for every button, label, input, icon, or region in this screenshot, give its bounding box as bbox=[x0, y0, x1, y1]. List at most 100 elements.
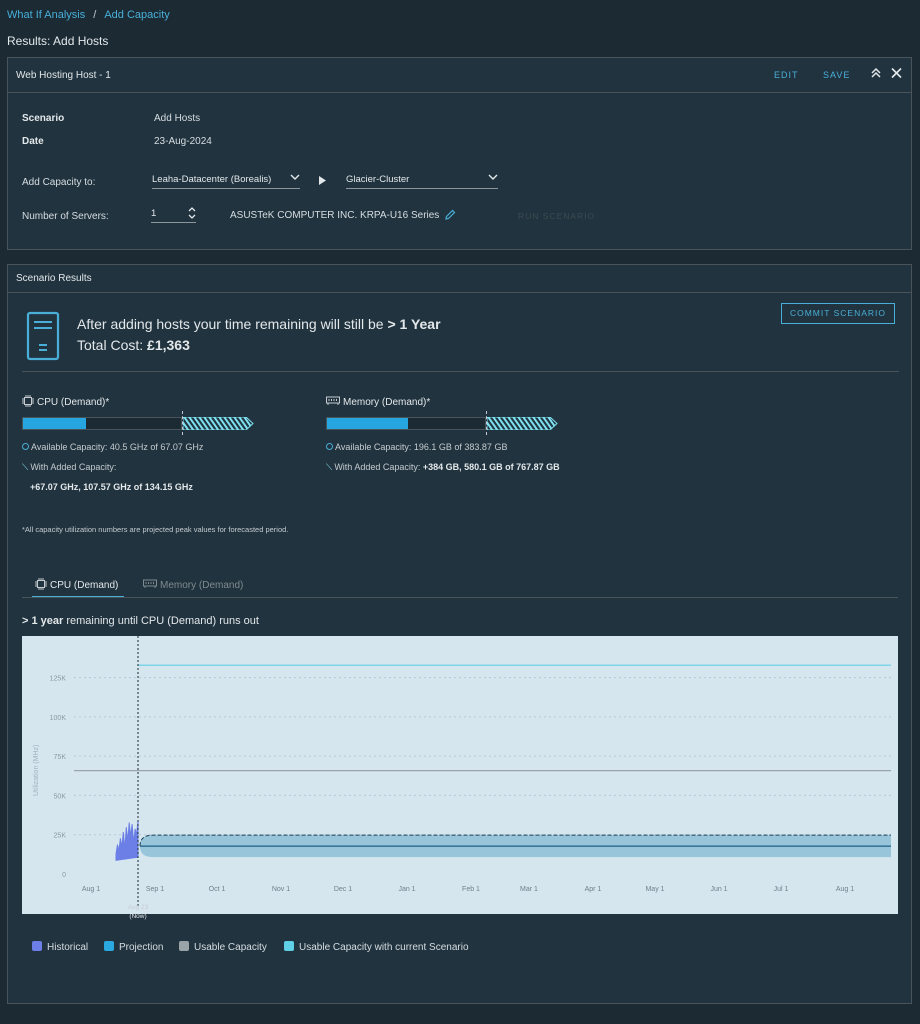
y-tick-label: 75K bbox=[54, 754, 67, 761]
results-card-header: Scenario Results bbox=[8, 265, 911, 293]
y-tick-label: 125K bbox=[50, 676, 67, 683]
y-tick-label: 100K bbox=[50, 715, 67, 722]
breadcrumb-add-capacity[interactable]: Add Capacity bbox=[104, 9, 169, 21]
tab-memory-label: Memory (Demand) bbox=[160, 580, 244, 591]
commit-scenario-button[interactable]: COMMIT SCENARIO bbox=[781, 303, 895, 324]
cpu-capacity-bar bbox=[22, 417, 182, 430]
legend-label: Historical bbox=[47, 942, 89, 953]
x-tick-label: Aug 1 bbox=[82, 886, 100, 893]
footnote: *All capacity utilization numbers are pr… bbox=[22, 525, 289, 534]
pencil-icon[interactable] bbox=[444, 209, 456, 224]
datacenter-select-value: Leaha-Datacenter (Borealis) bbox=[152, 174, 272, 185]
x-tick-label: May 1 bbox=[645, 886, 664, 893]
cpu-title-text: CPU (Demand)* bbox=[37, 397, 110, 408]
memory-available-capacity: Available Capacity: 196.1 GB of 383.87 G… bbox=[326, 442, 507, 452]
memory-title-text: Memory (Demand)* bbox=[343, 397, 431, 408]
divider bbox=[22, 371, 899, 372]
legend-usable-capacity[interactable]: Usable Capacity bbox=[179, 941, 267, 953]
host-card-title: Web Hosting Host - 1 bbox=[16, 70, 111, 81]
hatch-icon: ⟍ bbox=[326, 462, 333, 472]
chevron-down-icon bbox=[290, 172, 300, 185]
close-icon[interactable] bbox=[891, 67, 902, 82]
date-label: Date bbox=[22, 136, 44, 147]
memory-icon bbox=[326, 396, 343, 408]
page-title: Results: Add Hosts bbox=[7, 34, 109, 48]
x-tick-label: Sep 1 bbox=[146, 886, 164, 893]
tab-memory-demand[interactable]: Memory (Demand) bbox=[143, 578, 243, 591]
server-icon bbox=[26, 311, 60, 364]
cluster-select[interactable]: Glacier-Cluster bbox=[346, 174, 498, 189]
memory-added-capacity-hatch bbox=[486, 416, 559, 433]
now-sub-label: (Now) bbox=[129, 913, 146, 920]
x-tick-label: Aug 1 bbox=[836, 886, 854, 893]
cost-value: £1,363 bbox=[147, 337, 190, 353]
tab-cpu-label: CPU (Demand) bbox=[50, 580, 119, 591]
scenario-value: Add Hosts bbox=[154, 113, 201, 124]
add-capacity-label: Add Capacity to: bbox=[22, 177, 96, 188]
cost-label: Total Cost: bbox=[77, 337, 148, 353]
now-label: Aug 23 bbox=[128, 904, 149, 911]
tab-cpu-demand[interactable]: CPU (Demand) bbox=[32, 578, 124, 598]
x-tick-label: Mar 1 bbox=[520, 886, 538, 893]
memory-available-text: Available Capacity: 196.1 GB of 383.87 G… bbox=[335, 442, 508, 452]
x-tick-label: Apr 1 bbox=[585, 886, 602, 893]
save-button[interactable]: SAVE bbox=[823, 70, 850, 80]
legend-projection[interactable]: Projection bbox=[104, 941, 163, 953]
legend-historical[interactable]: Historical bbox=[32, 941, 88, 953]
circle-icon bbox=[326, 443, 333, 450]
stepper-arrows-icon[interactable] bbox=[188, 207, 196, 222]
x-tick-label: Jan 1 bbox=[398, 886, 415, 893]
legend-label: Projection bbox=[119, 942, 164, 953]
collapse-icon[interactable] bbox=[871, 67, 881, 82]
x-tick-label: Jul 1 bbox=[774, 886, 789, 893]
time-remaining-summary: After adding hosts your time remaining w… bbox=[77, 316, 441, 332]
servers-stepper[interactable]: 1 bbox=[151, 207, 196, 223]
memory-used-fill bbox=[327, 418, 408, 429]
circle-icon bbox=[22, 443, 29, 450]
memory-with-added-label: With Added Capacity: bbox=[334, 462, 423, 472]
memory-with-added-value: +384 GB, 580.1 GB of 767.87 GB bbox=[422, 462, 560, 472]
memory-capacity-title: Memory (Demand)* bbox=[326, 395, 430, 408]
legend-usable-capacity-scenario[interactable]: Usable Capacity with current Scenario bbox=[284, 941, 469, 953]
legend-swatch bbox=[179, 941, 189, 951]
x-tick-label: Nov 1 bbox=[272, 886, 290, 893]
cpu-with-added-value: +67.07 GHz, 107.57 GHz of 134.15 GHz bbox=[30, 482, 193, 492]
servers-label: Number of Servers: bbox=[22, 211, 109, 222]
servers-value: 1 bbox=[151, 208, 157, 219]
datacenter-select[interactable]: Leaha-Datacenter (Borealis) bbox=[152, 174, 300, 189]
cpu-available-text: Available Capacity: 40.5 GHz of 67.07 GH… bbox=[31, 442, 204, 452]
legend-swatch bbox=[104, 941, 114, 951]
run-scenario-button[interactable]: RUN SCENARIO bbox=[518, 211, 595, 221]
legend-swatch bbox=[284, 941, 294, 951]
host-card: Web Hosting Host - 1 EDIT SAVE Scenario … bbox=[7, 57, 912, 250]
breadcrumb-separator: / bbox=[93, 9, 97, 21]
x-tick-label: Jun 1 bbox=[710, 886, 727, 893]
y-tick-label: 50K bbox=[54, 793, 67, 800]
y-tick-label: 25K bbox=[54, 833, 67, 840]
tabs-divider bbox=[22, 597, 898, 598]
hatch-icon: ⟍ bbox=[22, 462, 29, 472]
breadcrumb: What If Analysis / Add Capacity bbox=[7, 9, 170, 21]
summary-text: After adding hosts your time remaining w… bbox=[77, 316, 388, 332]
cluster-select-value: Glacier-Cluster bbox=[346, 174, 410, 185]
remaining-heading: > 1 year remaining until CPU (Demand) ru… bbox=[22, 615, 259, 627]
cpu-used-fill bbox=[23, 418, 87, 429]
total-cost: Total Cost: £1,363 bbox=[77, 337, 190, 353]
cpu-capacity-title: CPU (Demand)* bbox=[22, 395, 109, 408]
memory-with-added: ⟍ With Added Capacity: +384 GB, 580.1 GB … bbox=[326, 462, 560, 473]
cpu-with-added-text: With Added Capacity: bbox=[30, 462, 117, 472]
legend-label: Usable Capacity with current Scenario bbox=[299, 942, 469, 953]
y-axis-label: Utilization (MHz) bbox=[33, 745, 40, 796]
x-tick-label: Feb 1 bbox=[462, 886, 480, 893]
x-tick-label: Oct 1 bbox=[209, 886, 226, 893]
chip-icon bbox=[22, 395, 37, 408]
date-value: 23-Aug-2024 bbox=[154, 136, 212, 147]
cpu-with-added-label: ⟍ With Added Capacity: bbox=[22, 462, 116, 473]
arrow-right-icon bbox=[318, 176, 327, 188]
chevron-down-icon bbox=[488, 172, 498, 185]
memory-capacity-bar bbox=[326, 417, 486, 430]
host-card-header: Web Hosting Host - 1 EDIT SAVE bbox=[8, 58, 911, 93]
breadcrumb-what-if-analysis[interactable]: What If Analysis bbox=[7, 9, 85, 21]
summary-bold: > 1 Year bbox=[387, 316, 441, 332]
edit-button[interactable]: EDIT bbox=[774, 70, 799, 80]
